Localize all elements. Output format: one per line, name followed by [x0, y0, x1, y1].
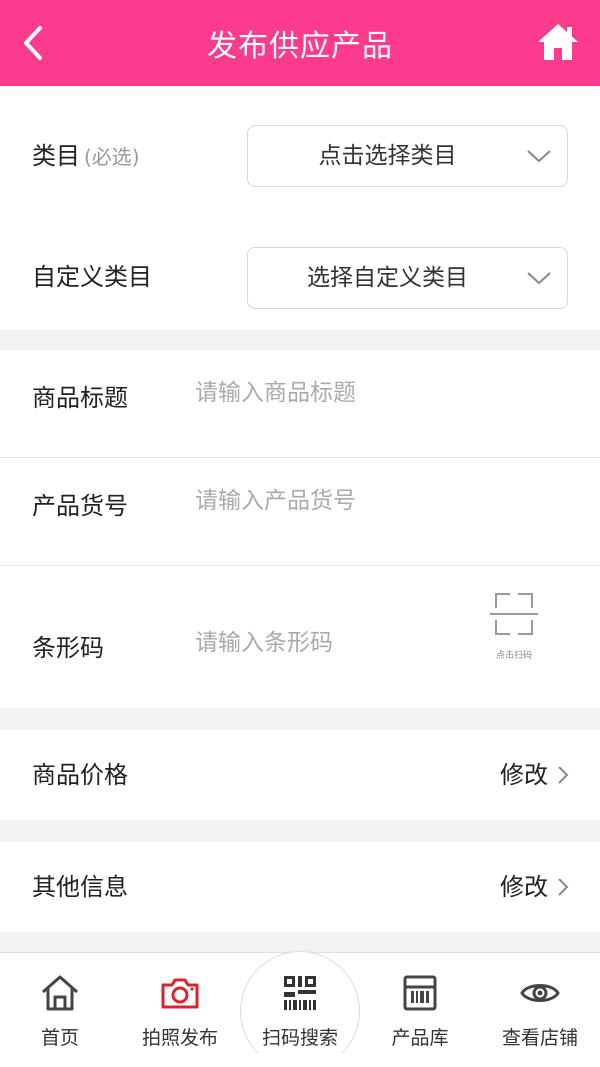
product-price-row[interactable]: 商品价格 修改 [0, 730, 600, 820]
other-info-label: 其他信息 [32, 873, 128, 901]
tab-label: 产品库 [391, 1027, 449, 1049]
product-title-input[interactable] [195, 376, 475, 410]
product-price-edit-link[interactable]: 修改 [500, 730, 548, 820]
custom-category-select-text: 选择自定义类目 [307, 265, 468, 291]
custom-category-row: 自定义类目 选择自定义类目 [0, 217, 600, 337]
tab-label: 拍照发布 [141, 1027, 218, 1049]
home-icon[interactable] [536, 20, 580, 64]
chevron-down-icon [527, 272, 551, 285]
category-select[interactable]: 点击选择类目 [247, 125, 568, 187]
tab-view-store[interactable]: 查看店铺 [480, 953, 600, 1067]
product-sku-input[interactable] [195, 484, 475, 518]
category-select-text: 点击选择类目 [318, 143, 457, 169]
product-fields-section: 商品标题 产品货号 条形码 点击扫码 [0, 350, 600, 708]
other-info-row[interactable]: 其他信息 修改 [0, 842, 600, 932]
required-hint: (必选) [84, 145, 140, 169]
scan-barcode-button[interactable]: 点击扫码 [486, 590, 542, 661]
product-title-row: 商品标题 [0, 350, 600, 458]
qr-code-icon [284, 976, 316, 1010]
product-price-label: 商品价格 [32, 761, 128, 789]
tab-label: 首页 [40, 1027, 79, 1049]
chevron-right-icon [558, 766, 569, 784]
tab-label: 扫码搜索 [261, 1027, 338, 1049]
category-row: 类目 (必选) 点击选择类目 [0, 96, 600, 216]
camera-icon [161, 978, 199, 1009]
tab-label: 查看店铺 [501, 1027, 578, 1049]
scan-label: 点击扫码 [495, 651, 532, 661]
tab-scan-search[interactable]: 扫码搜索 [240, 953, 360, 1067]
other-info-edit-link[interactable]: 修改 [500, 842, 548, 932]
back-arrow-icon[interactable] [16, 22, 52, 64]
chevron-down-icon [527, 150, 551, 163]
product-sku-label: 产品货号 [32, 492, 128, 520]
product-title-label: 商品标题 [32, 384, 128, 412]
scan-frame-icon [490, 593, 538, 635]
category-section: 类目 (必选) 点击选择类目 自定义类目 选择自定义类目 [0, 86, 600, 330]
tab-product-library[interactable]: 产品库 [360, 953, 480, 1067]
category-label: 类目 (必选) [32, 142, 140, 170]
product-sku-row: 产品货号 [0, 458, 600, 566]
page-title: 发布供应产品 [207, 29, 393, 64]
barcode-label: 条形码 [32, 634, 104, 662]
top-bar: 发布供应产品 [0, 0, 600, 86]
bottom-tab-bar: 首页 拍照发布 扫码搜索 产品库 查看店铺 [0, 951, 600, 1067]
tab-photo-publish[interactable]: 拍照发布 [120, 953, 240, 1067]
product-library-icon [403, 975, 437, 1011]
custom-category-label: 自定义类目 [32, 263, 152, 291]
chevron-right-icon [558, 878, 569, 896]
tab-home[interactable]: 首页 [0, 953, 120, 1067]
home-icon [42, 975, 78, 1011]
eye-icon [520, 984, 560, 1002]
barcode-input[interactable] [195, 626, 475, 660]
custom-category-select[interactable]: 选择自定义类目 [247, 247, 568, 309]
